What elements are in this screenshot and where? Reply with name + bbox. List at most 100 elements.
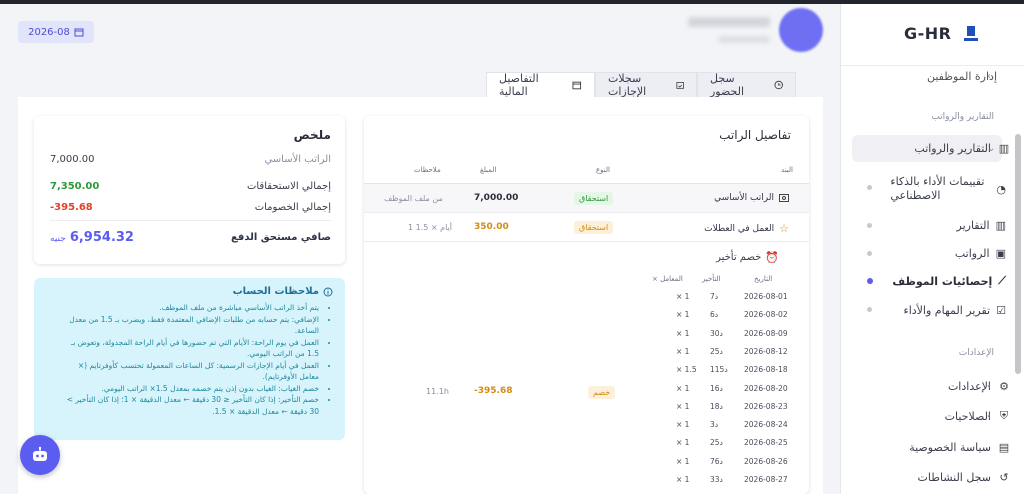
late-factor: × 1 [676, 401, 690, 411]
calculation-notes: ملاحظات الحساب يتم أخذ الراتب الأساسي مب… [34, 278, 345, 440]
shield-icon: ⛨ [999, 409, 1009, 422]
avatar[interactable] [779, 8, 823, 52]
col-factor: × المعامل [652, 275, 683, 283]
sidebar-item-tasks-report[interactable]: ☑ تقرير المهام والأداء [861, 301, 1006, 319]
sidebar-item-activity-log[interactable]: ↺ سجل النشاطات [851, 464, 1011, 490]
sidebar-group-reports[interactable]: ▥ التقارير والرواتب ⌄ [851, 135, 1011, 161]
checklist-icon: ☑ [996, 303, 1006, 317]
note-item: الإضافي: يتم حسابه من طلبات الإضافي المع… [59, 314, 319, 337]
late-date: 2026-08-01 [744, 292, 788, 301]
row-note: 1 أيام × 1.5 [408, 223, 453, 232]
tab-attendance[interactable]: سجل الحضور [697, 72, 796, 98]
calendar-icon [74, 28, 84, 37]
col-date: التاريخ [754, 275, 773, 283]
sidebar-item-ai-evaluations[interactable]: ◔ تقييمات الأداء بالذكاء الاصطناعي [861, 172, 1006, 206]
sidebar-item-reports[interactable]: ▥ التقارير [861, 216, 1007, 234]
table-row: الراتب الأساسي استحقاق 7,000.00 من ملف ا… [364, 184, 809, 213]
info-icon [323, 287, 333, 296]
chatbot-button[interactable] [20, 435, 60, 475]
sidebar-scrollbar[interactable] [1015, 134, 1021, 374]
sidebar-item-privacy-policy[interactable]: ▤ سياسة الخصوصية [851, 434, 1011, 460]
col-notes: ملاحظات [414, 166, 441, 174]
col-delay: التأخير [702, 275, 721, 283]
sidebar-item-employee-stats[interactable]: ⟋ إحصائيات الموظف [861, 272, 1006, 290]
late-delay: 30د [710, 328, 723, 338]
alarm-clock-icon: ⏰ [765, 251, 779, 264]
user-subtitle-blurred [718, 36, 770, 43]
late-row: 2026-08-12 25د × 1 [364, 347, 809, 365]
tab-leaves[interactable]: سجلات الإجازات [595, 72, 697, 98]
summary-deductions-row: -395.68 إجمالي الخصومات [50, 202, 331, 213]
row-item: الراتب الأساسي [714, 193, 789, 203]
section-settings: الإعدادات [958, 348, 994, 358]
late-date: 2026-08-18 [744, 365, 788, 375]
gear-icon: ⚙ [999, 379, 1009, 393]
late-row: 2026-08-24 3د × 1 [364, 420, 809, 438]
notes-title: ملاحظات الحساب [233, 286, 333, 297]
late-factor: × 1 [676, 456, 690, 466]
clock-circle-icon: ◔ [996, 182, 1006, 196]
details-title: تفاصيل الراتب [719, 128, 791, 142]
chart-icon: ▥ [998, 141, 1010, 155]
late-row: 2026-08-27 33د × 1 [364, 475, 809, 493]
summary-divider [50, 220, 331, 221]
row-item: العمل في العطلات ☆ [704, 222, 789, 235]
late-date: 2026-08-20 [744, 383, 788, 393]
late-factor: × 1.5 [676, 365, 697, 375]
late-row: 2026-08-01 7د × 1 [364, 292, 809, 310]
sidebar: G-HR إدارة الموظفين ‹ التقارير والرواتب … [840, 4, 1024, 494]
chevron-left-icon: ‹ [987, 380, 991, 392]
late-factor: × 1 [676, 328, 690, 338]
late-factor: × 1 [676, 438, 690, 448]
bar-chart-icon: ▥ [995, 218, 1006, 232]
late-delay: 115د [710, 365, 728, 375]
calendar-check-icon [676, 82, 684, 89]
base-salary-value: 7,000.00 [50, 154, 95, 165]
late-deduction-title: خصم تأخير ⏰ [716, 251, 779, 264]
type-badge: استحقاق [574, 221, 614, 234]
late-factor: × 1 [676, 346, 690, 356]
summary-net-row: جنيه 6,954.32 صافي مستحق الدفع [50, 230, 331, 245]
table-row: العمل في العطلات ☆ استحقاق 350.00 1 أيام… [364, 213, 809, 242]
earnings-value: 7,350.00 [50, 181, 100, 192]
late-factor: × 1 [676, 475, 690, 484]
note-item: خصم الغياب: الغياب بدون إذن يتم خصمه بمع… [59, 383, 319, 395]
late-row: 2026-08-23 18د × 1 [364, 402, 809, 420]
late-factor: × 1 [676, 420, 690, 430]
note-item: خصم التأخير: إذا كان التأخير ≤ 30 دقيقة … [59, 394, 319, 417]
late-date: 2026-08-27 [744, 475, 788, 484]
notes-list: يتم أخذ الراتب الأساسي مباشرة من ملف الم… [59, 302, 329, 417]
late-row: 2026-08-20 16د × 1 [364, 384, 809, 402]
late-row: 2026-08-18 115د × 1.5 [364, 365, 809, 383]
net-label: صافي مستحق الدفع [230, 232, 331, 243]
late-date: 2026-08-24 [744, 420, 788, 430]
late-delay: 76د [710, 456, 723, 466]
month-picker[interactable]: 2026-08 [18, 21, 94, 43]
deductions-label: إجمالي الخصومات [254, 202, 331, 213]
sidebar-item-payroll[interactable]: ▣ الرواتب [861, 244, 1006, 262]
sidebar-item-settings[interactable]: ⚙ الإعدادات ‹ [851, 373, 1011, 399]
chevron-left-icon: ‹ [987, 70, 991, 82]
late-row: 2026-08-26 76د × 1 [364, 457, 809, 475]
salary-details-card: تفاصيل الراتب البند النوع المبلغ ملاحظات… [364, 116, 809, 494]
late-row: 2026-08-25 25د × 1 [364, 438, 809, 456]
history-icon: ↺ [999, 470, 1009, 484]
late-factor: × 1 [676, 310, 690, 320]
late-date: 2026-08-23 [744, 401, 788, 411]
chevron-down-icon: ⌄ [987, 142, 996, 154]
late-date: 2026-08-26 [744, 456, 788, 466]
summary-earnings-row: 7,350.00 إجمالي الاستحقاقات [50, 181, 331, 192]
tab-financial[interactable]: التفاصيل المالية [486, 72, 595, 98]
note-item: العمل في يوم الراحة: الأيام التي تم حضور… [59, 337, 319, 360]
late-date: 2026-08-09 [744, 328, 788, 338]
row-amount: 350.00 [474, 222, 509, 232]
sidebar-item-employees[interactable]: إدارة الموظفين ‹ [851, 66, 1011, 86]
brand-logo-icon [964, 26, 978, 41]
net-amount: جنيه 6,954.32 [50, 230, 134, 245]
late-date: 2026-08-02 [744, 310, 788, 320]
type-badge: استحقاق [574, 192, 614, 205]
month-picker-value: 2026-08 [28, 26, 70, 38]
late-delay: 33د [710, 475, 723, 484]
sidebar-item-permissions[interactable]: ⛨ الصلاحيات ‹ [851, 403, 1011, 429]
row-amount: 7,000.00 [474, 193, 519, 203]
